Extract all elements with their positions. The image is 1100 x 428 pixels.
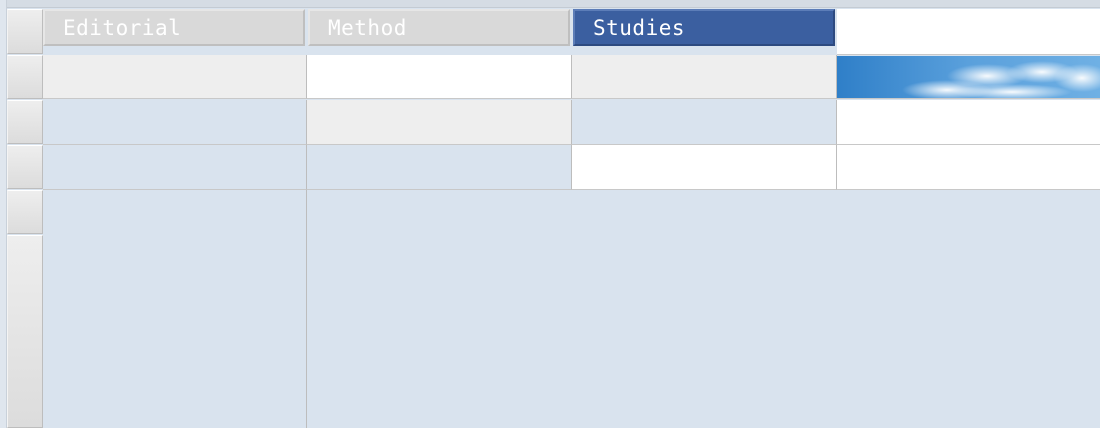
row-handle-5[interactable]: [7, 235, 43, 428]
grid-cell-r1-c2: [307, 55, 572, 99]
grid-cell-r3-c1: [43, 145, 307, 190]
grid-cell-r3-c4: [837, 145, 1100, 190]
grid-cell-r2-c1: [43, 100, 307, 145]
left-edge: [0, 0, 7, 428]
row-handle-4[interactable]: [7, 190, 43, 234]
row-handle-1[interactable]: [7, 55, 43, 99]
grid-cell-r1-c1: [43, 55, 307, 99]
grid-cell-r1-c3: [572, 55, 837, 99]
tab-spacer: [837, 9, 1100, 55]
tab-studies[interactable]: Studies: [573, 9, 835, 46]
main-content-panel: [307, 190, 1100, 428]
header-sky-image: [837, 56, 1100, 99]
grid-cell-r2-c4: [837, 100, 1100, 145]
tab-method[interactable]: Method: [308, 9, 570, 46]
row-handle-3[interactable]: [7, 145, 43, 189]
corner-handle: [7, 9, 43, 54]
tab-label: Studies: [593, 15, 686, 40]
top-strip: [0, 0, 1100, 8]
grid-cell-r3-c3: [572, 145, 837, 190]
row-handle-2[interactable]: [7, 100, 43, 144]
grid-cell-r2-c3: [572, 100, 837, 145]
sky-clouds-image: [837, 56, 1100, 98]
tab-label: Method: [328, 15, 407, 40]
tab-editorial[interactable]: Editorial: [43, 9, 305, 46]
grid-cell-r2-c2: [307, 100, 572, 145]
left-panel: [43, 190, 307, 428]
grid-cell-r3-c2: [307, 145, 572, 190]
layout-frame: Editorial Method Studies: [0, 0, 1100, 428]
tab-label: Editorial: [63, 15, 182, 40]
